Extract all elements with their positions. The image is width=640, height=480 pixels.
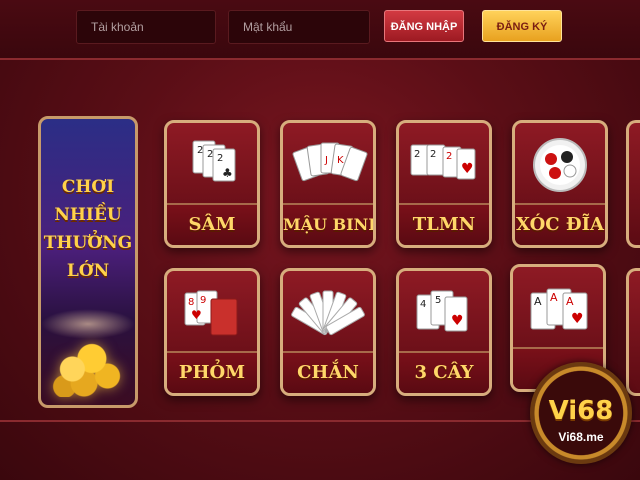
username-input[interactable] (91, 11, 215, 43)
chan-cards-fan-icon (283, 281, 373, 356)
password-field[interactable] (228, 10, 370, 44)
game-tile-chan[interactable]: CHẮN (280, 268, 376, 396)
promo-text: CHƠI NHIỀU THƯỞNG LỚN (41, 173, 135, 285)
game-label: 3 CÂY (399, 351, 489, 393)
game-label: XÓC ĐĨA (515, 203, 605, 245)
game-tile-tlmn[interactable]: 2 2 2 ♥ TLMN (396, 120, 492, 248)
game-label: CHẮN (283, 351, 373, 393)
game-tile-partial[interactable] (626, 120, 640, 248)
promo-banner[interactable]: CHƠI NHIỀU THƯỞNG LỚN (38, 116, 138, 408)
svg-text:K: K (337, 155, 344, 166)
svg-text:A: A (566, 295, 574, 308)
username-field[interactable] (76, 10, 216, 44)
logo-url: Vi68.me (558, 430, 604, 444)
password-input[interactable] (243, 11, 369, 43)
svg-text:5: 5 (435, 295, 441, 306)
three-cards-icon: 4 5 ♥ (399, 281, 489, 356)
top-bar: ĐĂNG NHẬP ĐĂNG KÝ (0, 0, 640, 60)
phom-cards-icon: 8 9 ♥ (167, 281, 257, 356)
register-button[interactable]: ĐĂNG KÝ (482, 10, 562, 42)
sam-cards-icon: 2 2 2 ♣ (167, 133, 257, 208)
svg-text:2: 2 (197, 145, 203, 156)
logo-name: Vi68 (548, 396, 614, 426)
game-label: SÂM (167, 203, 257, 245)
svg-text:A: A (550, 291, 558, 304)
game-label: TLMN (399, 203, 489, 245)
svg-text:♥: ♥ (461, 161, 474, 177)
svg-text:2: 2 (446, 151, 452, 162)
aces-cards-icon: A A A ♥ (513, 277, 603, 352)
svg-text:9: 9 (200, 295, 206, 306)
svg-text:♥: ♥ (451, 313, 464, 329)
game-label: MẬU BINH (283, 203, 373, 245)
gold-coins-icon (49, 327, 127, 397)
svg-text:2: 2 (217, 153, 223, 164)
svg-text:♣: ♣ (222, 166, 233, 180)
game-tile-mau-binh[interactable]: J K MẬU BINH (280, 120, 376, 248)
svg-text:8: 8 (188, 297, 194, 308)
login-button[interactable]: ĐĂNG NHẬP (384, 10, 464, 42)
svg-text:♥: ♥ (571, 311, 584, 327)
promo-line-1: CHƠI NHIỀU (54, 177, 122, 225)
game-tile-sam[interactable]: 2 2 2 ♣ SÂM (164, 120, 260, 248)
tlmn-cards-icon: 2 2 2 ♥ (399, 133, 489, 208)
game-tile-3-cay[interactable]: 4 5 ♥ 3 CÂY (396, 268, 492, 396)
svg-text:2: 2 (207, 149, 213, 160)
game-label: PHỎM (167, 351, 257, 393)
svg-text:A: A (534, 295, 542, 308)
xoc-dia-plate-icon (515, 133, 605, 208)
game-tile-partial-2[interactable] (626, 268, 640, 396)
promo-line-2: THƯỞNG LỚN (43, 233, 133, 281)
svg-text:J: J (324, 155, 328, 166)
vi68-logo: Vi68 Vi68.me (530, 362, 632, 464)
svg-text:4: 4 (420, 299, 426, 310)
game-tile-xoc-dia[interactable]: XÓC ĐĨA (512, 120, 608, 248)
svg-text:♥: ♥ (191, 308, 202, 322)
svg-text:2: 2 (414, 149, 420, 160)
game-tile-phom[interactable]: 8 9 ♥ PHỎM (164, 268, 260, 396)
mau-binh-cards-icon: J K (283, 133, 373, 208)
svg-text:2: 2 (430, 149, 436, 160)
